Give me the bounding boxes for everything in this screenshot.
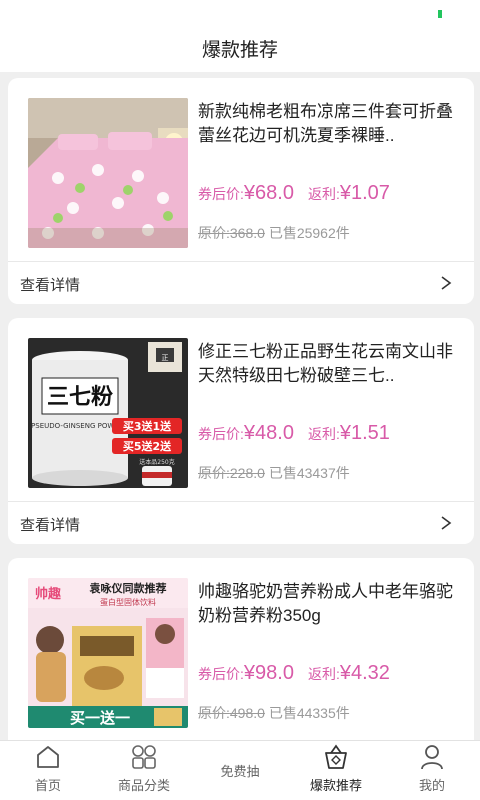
tab-label: 商品分类 <box>117 778 170 793</box>
image-product-text: 三七粉 <box>47 385 113 410</box>
coupon-price: ¥68.0 <box>243 182 294 204</box>
chevron-right-icon[interactable] <box>440 516 452 530</box>
product-image[interactable]: 帅趣 袁咏仪同款推荐 蛋白型固体饮料 买一送一 <box>28 578 188 728</box>
product-list[interactable]: 新款纯棉老粗布凉席三件套可折叠蕾丝花边可机洗夏季裸睡.. 券后价:¥68.0 返利… <box>0 72 480 740</box>
meta-row: 原价:498.0 已售44335件 <box>198 703 350 723</box>
sold-count: 已售25962件 <box>268 225 350 241</box>
product-card[interactable]: 新款纯棉老粗布凉席三件套可折叠蕾丝花边可机洗夏季裸睡.. 券后价:¥68.0 返利… <box>8 78 474 304</box>
tab-label: 我的 <box>418 778 445 793</box>
svg-text:正: 正 <box>162 354 169 362</box>
view-details-link[interactable]: 查看详情 <box>20 274 80 295</box>
tab-label: 首页 <box>34 778 61 793</box>
image-slogan: 袁咏仪同款推荐 <box>89 581 167 595</box>
rebate-label: 返利: <box>307 666 340 682</box>
chevron-right-icon[interactable] <box>440 276 452 290</box>
meta-row: 原价:368.0 已售25962件 <box>198 223 350 243</box>
image-brand: 帅趣 <box>35 586 62 602</box>
image-offer: 买一送一 <box>70 709 130 727</box>
tab-home[interactable]: 首页 <box>0 741 96 800</box>
product-image[interactable]: 正 三七粉 PSEUDO-GINSENG POWDER 买3送1送 买5送2送 … <box>28 338 188 488</box>
image-subline: 蛋白型固体饮料 <box>100 597 156 607</box>
page-title: 爆款推荐 <box>201 39 278 61</box>
price-row: 券后价:¥68.0 返利:¥1.07 <box>198 182 390 205</box>
image-promo-2: 买5送2送 <box>123 439 172 453</box>
price-row: 券后价:¥48.0 返利:¥1.51 <box>198 422 390 445</box>
page-header: 爆款推荐 <box>0 24 480 72</box>
product-title[interactable]: 新款纯棉老粗布凉席三件套可折叠蕾丝花边可机洗夏季裸睡.. <box>198 100 456 148</box>
user-icon <box>421 745 443 770</box>
original-price-label: 原价: <box>198 465 230 481</box>
tab-categories[interactable]: 商品分类 <box>96 741 192 800</box>
battery-indicator <box>438 10 442 18</box>
tab-label: 爆款推荐 <box>309 778 362 793</box>
sold-count: 已售44335件 <box>268 705 350 721</box>
image-note: 送本品250克 <box>139 458 174 466</box>
sold-count: 已售43437件 <box>268 465 350 481</box>
rebate-amount: ¥4.32 <box>339 662 390 684</box>
product-title[interactable]: 修正三七粉正品野生花云南文山非天然特级田七粉破壁三七.. <box>198 340 456 388</box>
coupon-price-label: 券后价: <box>198 426 244 442</box>
tab-label: 免费抽 <box>220 764 260 779</box>
view-details-link[interactable]: 查看详情 <box>20 514 80 535</box>
coupon-price-label: 券后价: <box>198 186 244 202</box>
tab-hot-picks[interactable]: 爆款推荐 <box>288 741 384 800</box>
product-title[interactable]: 帅趣骆驼奶营养粉成人中老年骆驼奶粉营养粉350g <box>198 580 456 628</box>
status-bar <box>0 0 480 24</box>
rebate-label: 返利: <box>307 186 340 202</box>
image-promo-1: 买3送1送 <box>123 419 172 433</box>
coupon-price-label: 券后价: <box>198 666 244 682</box>
original-price-label: 原价: <box>198 225 230 241</box>
rebate-label: 返利: <box>307 426 340 442</box>
original-price: 368.0 <box>229 225 265 241</box>
coupon-price: ¥48.0 <box>243 422 294 444</box>
price-row: 券后价:¥98.0 返利:¥4.32 <box>198 662 390 685</box>
bottom-tab-bar: 首页 商品分类 免费抽 爆款推荐 我的 <box>0 740 480 800</box>
original-price: 498.0 <box>229 705 265 721</box>
basket-icon <box>325 744 347 769</box>
home-icon <box>37 746 59 768</box>
divider <box>8 261 474 262</box>
product-card[interactable]: 正 三七粉 PSEUDO-GINSENG POWDER 买3送1送 买5送2送 … <box>8 318 474 544</box>
coupon-price: ¥98.0 <box>243 662 294 684</box>
tab-mine[interactable]: 我的 <box>384 741 480 800</box>
rebate-amount: ¥1.07 <box>339 182 390 204</box>
product-card[interactable]: 帅趣 袁咏仪同款推荐 蛋白型固体饮料 买一送一 帅趣骆驼奶营养粉成人中老年骆驼奶… <box>8 558 474 740</box>
tab-free-draw[interactable]: 免费抽 <box>192 741 288 800</box>
original-price-label: 原价: <box>198 705 230 721</box>
rebate-amount: ¥1.51 <box>339 422 390 444</box>
meta-row: 原价:228.0 已售43437件 <box>198 463 350 483</box>
grid-icon <box>132 745 156 769</box>
divider <box>8 501 474 502</box>
product-image[interactable] <box>28 98 188 248</box>
original-price: 228.0 <box>229 465 265 481</box>
